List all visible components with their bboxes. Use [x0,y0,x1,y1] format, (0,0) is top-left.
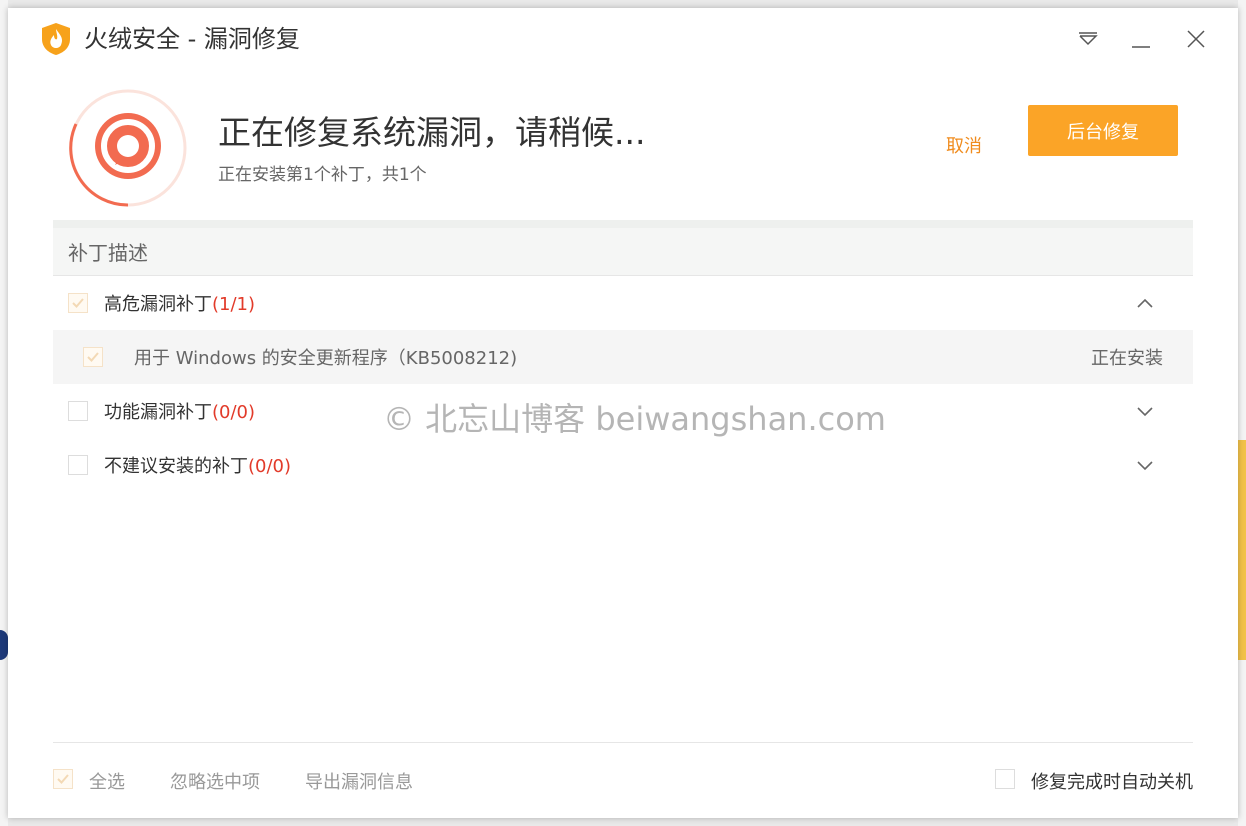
background-repair-button[interactable]: 后台修复 [1028,105,1178,156]
not-recommended-group-label: 不建议安装的补丁(0/0) [104,456,292,477]
window-title: 火绒安全 - 漏洞修复 [84,25,300,53]
checkmark-icon [87,352,99,362]
patch-list: 补丁描述 高危漏洞补丁(1/1) 用于 Windows 的安全更新程序（KB50… [53,220,1193,492]
patch-item-label: 用于 Windows 的安全更新程序（KB5008212) [134,348,518,369]
auto-shutdown-label[interactable]: 修复完成时自动关机 [1031,768,1193,794]
high-risk-group-count: (1/1) [212,294,256,315]
dropdown-triangle-icon [1079,32,1098,46]
expand-functional-button[interactable] [1133,399,1157,423]
not-recommended-group-count: (0/0) [248,456,292,477]
chevron-up-icon [1137,298,1153,308]
background-window-left [0,0,8,826]
repair-progress-ring-icon [69,89,187,207]
minimize-icon [1132,46,1150,48]
functional-group-checkbox[interactable] [68,401,88,421]
chevron-down-icon [1137,461,1153,471]
cancel-button[interactable]: 取消 [946,132,982,158]
patch-group-functional[interactable]: 功能漏洞补丁(0/0) [53,384,1193,438]
background-window-banner [1238,440,1246,660]
not-recommended-group-checkbox[interactable] [68,455,88,475]
patch-group-not-recommended[interactable]: 不建议安装的补丁(0/0) [53,438,1193,492]
vulnerability-repair-window: 火绒安全 - 漏洞修复 正在修复系统漏洞，请稍候... 正在安装第1个补丁，共1… [8,8,1238,818]
patch-item-kb5008212[interactable]: 用于 Windows 的安全更新程序（KB5008212) 正在安装 [53,330,1193,384]
expand-not-recommended-button[interactable] [1133,453,1157,477]
minimize-button[interactable] [1126,24,1156,54]
title-bar[interactable]: 火绒安全 - 漏洞修复 [8,8,1238,70]
status-headline: 正在修复系统漏洞，请稍候... [218,113,646,152]
chevron-down-icon [1137,407,1153,417]
footer-bar: 全选 忽略选中项 导出漏洞信息 修复完成时自动关机 [53,766,1193,796]
export-vulnerability-info-button[interactable]: 导出漏洞信息 [305,768,413,794]
ignore-selected-button[interactable]: 忽略选中项 [170,768,260,794]
patch-item-status: 正在安装 [1091,348,1163,369]
background-window-element [0,630,8,660]
checkmark-icon [57,774,69,784]
high-risk-group-checkbox[interactable] [68,293,88,313]
status-subline: 正在安装第1个补丁，共1个 [218,165,427,185]
patch-list-header: 补丁描述 [53,220,1193,276]
collapse-high-risk-button[interactable] [1133,291,1157,315]
functional-group-label: 功能漏洞补丁(0/0) [104,402,256,423]
checkmark-icon [72,298,84,308]
close-button[interactable] [1181,24,1211,54]
menu-dropdown-button[interactable] [1073,24,1103,54]
background-window-right-lower [1238,660,1246,826]
auto-shutdown-checkbox[interactable] [995,769,1015,789]
footer-divider [53,742,1193,743]
select-all-label[interactable]: 全选 [89,768,125,794]
select-all-checkbox[interactable] [53,769,73,789]
huorong-logo-icon [42,23,70,55]
functional-group-count: (0/0) [212,402,256,423]
background-window-right [1238,0,1246,440]
high-risk-group-label: 高危漏洞补丁(1/1) [104,294,256,315]
close-icon [1187,30,1205,48]
patch-item-checkbox[interactable] [83,347,103,367]
patch-group-high-risk[interactable]: 高危漏洞补丁(1/1) [53,276,1193,330]
